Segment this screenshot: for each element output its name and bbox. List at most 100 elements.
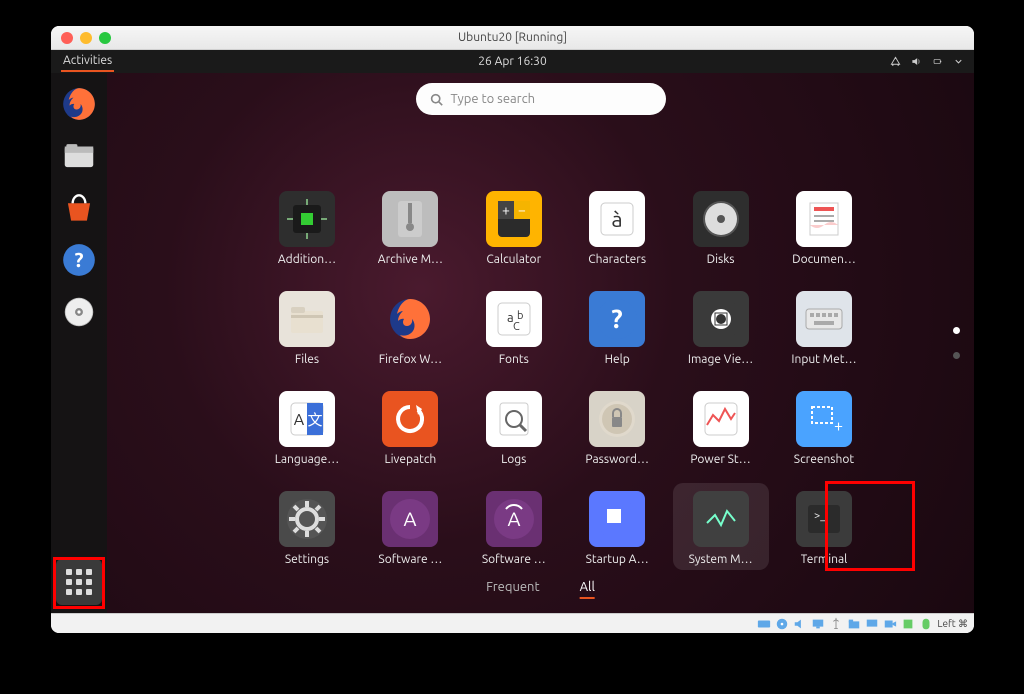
app-firefox[interactable]: Firefox W… [360,283,460,383]
app-help[interactable]: ? Help [567,283,667,383]
vb-audio-icon[interactable] [793,617,807,631]
app-label: Addition… [278,253,336,266]
search-placeholder: Type to search [451,92,536,106]
minimize-window-button[interactable] [80,32,92,44]
screenshot-icon: + [796,391,852,447]
network-icon [890,56,901,67]
app-label: Settings [285,553,329,566]
zoom-window-button[interactable] [99,32,111,44]
page-indicator[interactable] [953,327,960,359]
tab-all[interactable]: All [580,580,595,599]
app-image-viewer[interactable]: Image Vie… [671,283,771,383]
vb-recording-icon[interactable] [883,617,897,631]
vb-mouse-icon[interactable] [919,617,933,631]
fonts-icon: abC [486,291,542,347]
app-label: Help [605,353,630,366]
app-software-updater[interactable]: ASoftware … [464,483,564,583]
app-characters[interactable]: à Characters [567,183,667,283]
app-label: Firefox W… [379,353,442,366]
search-icon [430,93,443,106]
app-startup-apps[interactable]: Startup A… [567,483,667,583]
firefox-icon [382,291,438,347]
host-key-indicator: Left ⌘ [937,618,968,630]
close-window-button[interactable] [61,32,73,44]
app-label: Calculator [486,253,541,266]
svg-text:A: A [507,507,520,530]
document-viewer-icon [796,191,852,247]
app-settings[interactable]: Settings [257,483,357,583]
vb-cpu-icon[interactable] [901,617,915,631]
vb-optical-icon[interactable] [775,617,789,631]
system-monitor-icon [693,491,749,547]
app-label: Archive M… [378,253,443,266]
page-dot-1[interactable] [953,327,960,334]
app-label: Documen… [792,253,856,266]
dock-item-disc[interactable] [56,289,102,335]
app-document-viewer[interactable]: Documen… [774,183,874,283]
vb-shared-folders-icon[interactable] [847,617,861,631]
svg-text:A: A [404,507,417,530]
vb-hdd-icon[interactable] [757,617,771,631]
svg-text:C: C [513,321,520,333]
annotation-highlight-show-apps [53,557,105,609]
system-status-area[interactable] [890,56,964,67]
activities-button[interactable]: Activities [61,51,114,72]
image-viewer-icon [693,291,749,347]
software-updater-icon: A [486,491,542,547]
app-calculator[interactable]: +−Calculator [464,183,564,283]
svg-text:文: 文 [307,411,322,428]
page-dot-2[interactable] [953,352,960,359]
vb-display-icon[interactable] [865,617,879,631]
dock-item-firefox[interactable] [56,81,102,127]
app-additional-drivers[interactable]: Addition… [257,183,357,283]
svg-text:?: ? [74,248,83,271]
app-label: Logs [501,453,526,466]
app-logs[interactable]: Logs [464,383,564,483]
app-fonts[interactable]: abC Fonts [464,283,564,383]
dock-item-files[interactable] [56,133,102,179]
svg-text:à: à [612,207,623,232]
app-disks[interactable]: Disks [671,183,771,283]
clock[interactable]: 26 Apr 16:30 [478,55,546,68]
app-label: Screenshot [794,453,854,466]
app-system-monitor[interactable]: System M… [671,483,771,583]
software-updates-icon: A [382,491,438,547]
characters-icon: à [589,191,645,247]
livepatch-icon [382,391,438,447]
dock-item-help[interactable]: ? [56,237,102,283]
app-software-updates[interactable]: A Software … [360,483,460,583]
app-language-support[interactable]: A文 Language… [257,383,357,483]
app-livepatch[interactable]: Livepatch [360,383,460,483]
app-label: Fonts [499,353,529,366]
app-label: Characters [588,253,646,266]
app-archive-manager[interactable]: Archive M… [360,183,460,283]
vb-network-icon[interactable] [811,617,825,631]
app-label: Password… [585,453,648,466]
app-label: Language… [275,453,340,466]
app-screenshot[interactable]: + Screenshot [774,383,874,483]
language-support-icon: A文 [279,391,335,447]
overview: Type to search Addition… Archive M… +−Calc… [107,73,974,613]
svg-text:?: ? [611,304,622,333]
logs-icon [486,391,542,447]
passwords-icon [589,391,645,447]
app-label: Input Met… [791,353,856,366]
volume-icon [911,56,922,67]
archive-manager-icon [382,191,438,247]
app-power-stats[interactable]: Power St… [671,383,771,483]
window-title: Ubuntu20 [Running] [458,31,567,44]
search-bar[interactable]: Type to search [416,83,666,115]
app-label: System M… [689,553,753,566]
svg-text:+: + [834,417,843,435]
mac-titlebar: Ubuntu20 [Running] [51,26,974,50]
app-files[interactable]: Files [257,283,357,383]
dock-item-software[interactable] [56,185,102,231]
app-label: Startup A… [586,553,649,566]
vb-usb-icon[interactable] [829,617,843,631]
app-label: Software … [378,553,442,566]
app-input-method[interactable]: Input Met… [774,283,874,383]
application-grid: Addition… Archive M… +−Calculator à Characte… [257,183,874,583]
tab-frequent[interactable]: Frequent [486,580,539,599]
app-passwords[interactable]: Password… [567,383,667,483]
startup-apps-icon [589,491,645,547]
